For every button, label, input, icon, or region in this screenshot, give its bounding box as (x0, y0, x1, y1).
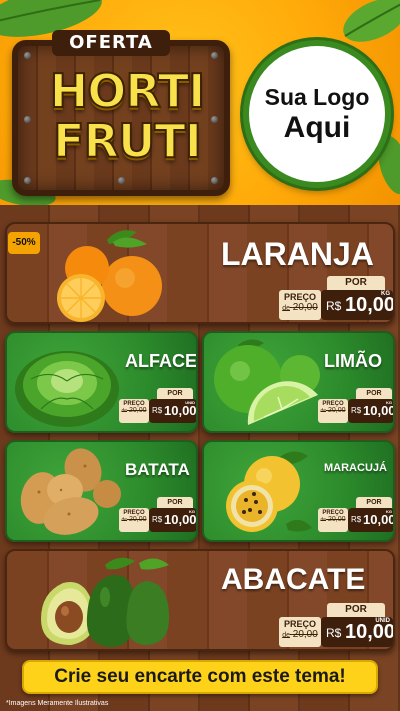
unit-label: UNID (375, 618, 390, 624)
old-price: de 20,00 (320, 407, 346, 414)
por-label: POR (157, 388, 193, 399)
new-price-box: R$ 10,00 UNID (149, 399, 197, 423)
hortifruti-signboard: HORTI FRUTI (12, 40, 230, 196)
bolt-icon (211, 177, 218, 184)
new-price-box: R$ 10,00 KG (149, 508, 197, 532)
header-banner: HORTI FRUTI OFERTA Sua Logo Aqui (0, 0, 400, 205)
potato-image (20, 448, 121, 535)
lime-image (214, 339, 320, 425)
logo-text-line1: Sua Logo (264, 84, 370, 110)
old-price: de 20,00 (121, 516, 147, 523)
product-card-laranja[interactable]: LARANJA POR PREÇO de 20,00 R$ 10,00 KG (5, 222, 395, 324)
price-value: 10,00 (164, 512, 197, 527)
product-name: LIMÃO (324, 351, 382, 371)
old-price-box: PREÇO de 20,00 (119, 508, 149, 532)
old-price-box: PREÇO de 20,00 (279, 290, 321, 320)
currency: R$ (326, 299, 342, 313)
old-price: de 20,00 (121, 407, 147, 414)
new-price-box: R$ 10,00 KG (348, 399, 395, 423)
currency: R$ (152, 515, 163, 524)
unit-label: KG (386, 400, 392, 405)
unit-label: KG (381, 291, 390, 297)
new-price-box: R$ 10,00 KG (348, 508, 395, 532)
currency: R$ (351, 406, 362, 415)
product-card-alface[interactable]: ALFACE POR PREÇO de 20,00 R$ 10,00 UNID (5, 331, 198, 433)
price-value: 10,00 (164, 403, 197, 418)
bolt-icon (118, 177, 125, 184)
product-name: BATATA (125, 460, 190, 479)
product-card-abacate[interactable]: ABACATE POR PREÇO de 20,00 R$ 10,00 UNID (5, 549, 395, 651)
unit-label: UNID (185, 400, 195, 405)
product-card-maracuja[interactable]: MARACUJÁ POR PREÇO de 20,00 R$ 10,00 KG (202, 440, 395, 542)
bolt-icon (211, 52, 218, 59)
oferta-badge: OFERTA (52, 30, 170, 56)
discount-badge: -50% (8, 232, 40, 254)
title-fruti: FRUTI (52, 114, 203, 168)
price-value: 10,00 (363, 403, 395, 418)
price-value: 10,00 (363, 512, 395, 527)
old-price: de 20,00 (282, 302, 318, 313)
price-value: 10,00 (345, 621, 395, 643)
product-card-batata[interactable]: BATATA POR PREÇO de 20,00 R$ 10,00 KG (5, 440, 198, 542)
product-name: ALFACE (125, 351, 197, 371)
por-label: POR (327, 603, 385, 617)
old-price-box: PREÇO de 20,00 (318, 399, 348, 423)
por-label: POR (356, 388, 392, 399)
product-name: ABACATE (221, 563, 366, 596)
product-card-limao[interactable]: LIMÃO POR PREÇO de 20,00 R$ 10,00 KG (202, 331, 395, 433)
old-price-box: PREÇO de 20,00 (119, 399, 149, 423)
old-price-box: PREÇO de 20,00 (279, 617, 321, 647)
por-label: POR (356, 497, 392, 508)
bolt-icon (24, 52, 31, 59)
passion-fruit-image (226, 451, 312, 532)
product-name: LARANJA (221, 236, 374, 272)
title-horti: HORTI (49, 64, 206, 118)
logo-placeholder[interactable]: Sua Logo Aqui (243, 40, 391, 188)
currency: R$ (152, 406, 163, 415)
logo-text-line2: Aqui (283, 111, 351, 144)
old-price: de 20,00 (282, 629, 318, 640)
lettuce-image (15, 351, 119, 427)
bolt-icon (24, 177, 31, 184)
por-label: POR (157, 497, 193, 508)
disclaimer-text: *Imagens Meramente Ilustrativas (6, 700, 109, 707)
unit-label: KG (189, 509, 195, 514)
unit-label: KG (386, 509, 392, 514)
old-price: de 20,00 (320, 516, 346, 523)
por-label: POR (327, 276, 385, 290)
preco-label: PREÇO (283, 619, 316, 629)
preco-label: PREÇO (283, 292, 316, 302)
cta-banner[interactable]: Crie seu encarte com este tema! (22, 660, 378, 694)
leaf-icon (343, 0, 400, 42)
avocado-image (41, 557, 170, 647)
new-price-box: R$ 10,00 UNID (321, 617, 393, 647)
new-price-box: R$ 10,00 KG (321, 290, 393, 320)
currency: R$ (326, 626, 342, 640)
old-price-box: PREÇO de 20,00 (318, 508, 348, 532)
orange-image (57, 230, 162, 322)
currency: R$ (351, 515, 362, 524)
price-value: 10,00 (345, 294, 395, 316)
product-name: MARACUJÁ (324, 462, 387, 474)
